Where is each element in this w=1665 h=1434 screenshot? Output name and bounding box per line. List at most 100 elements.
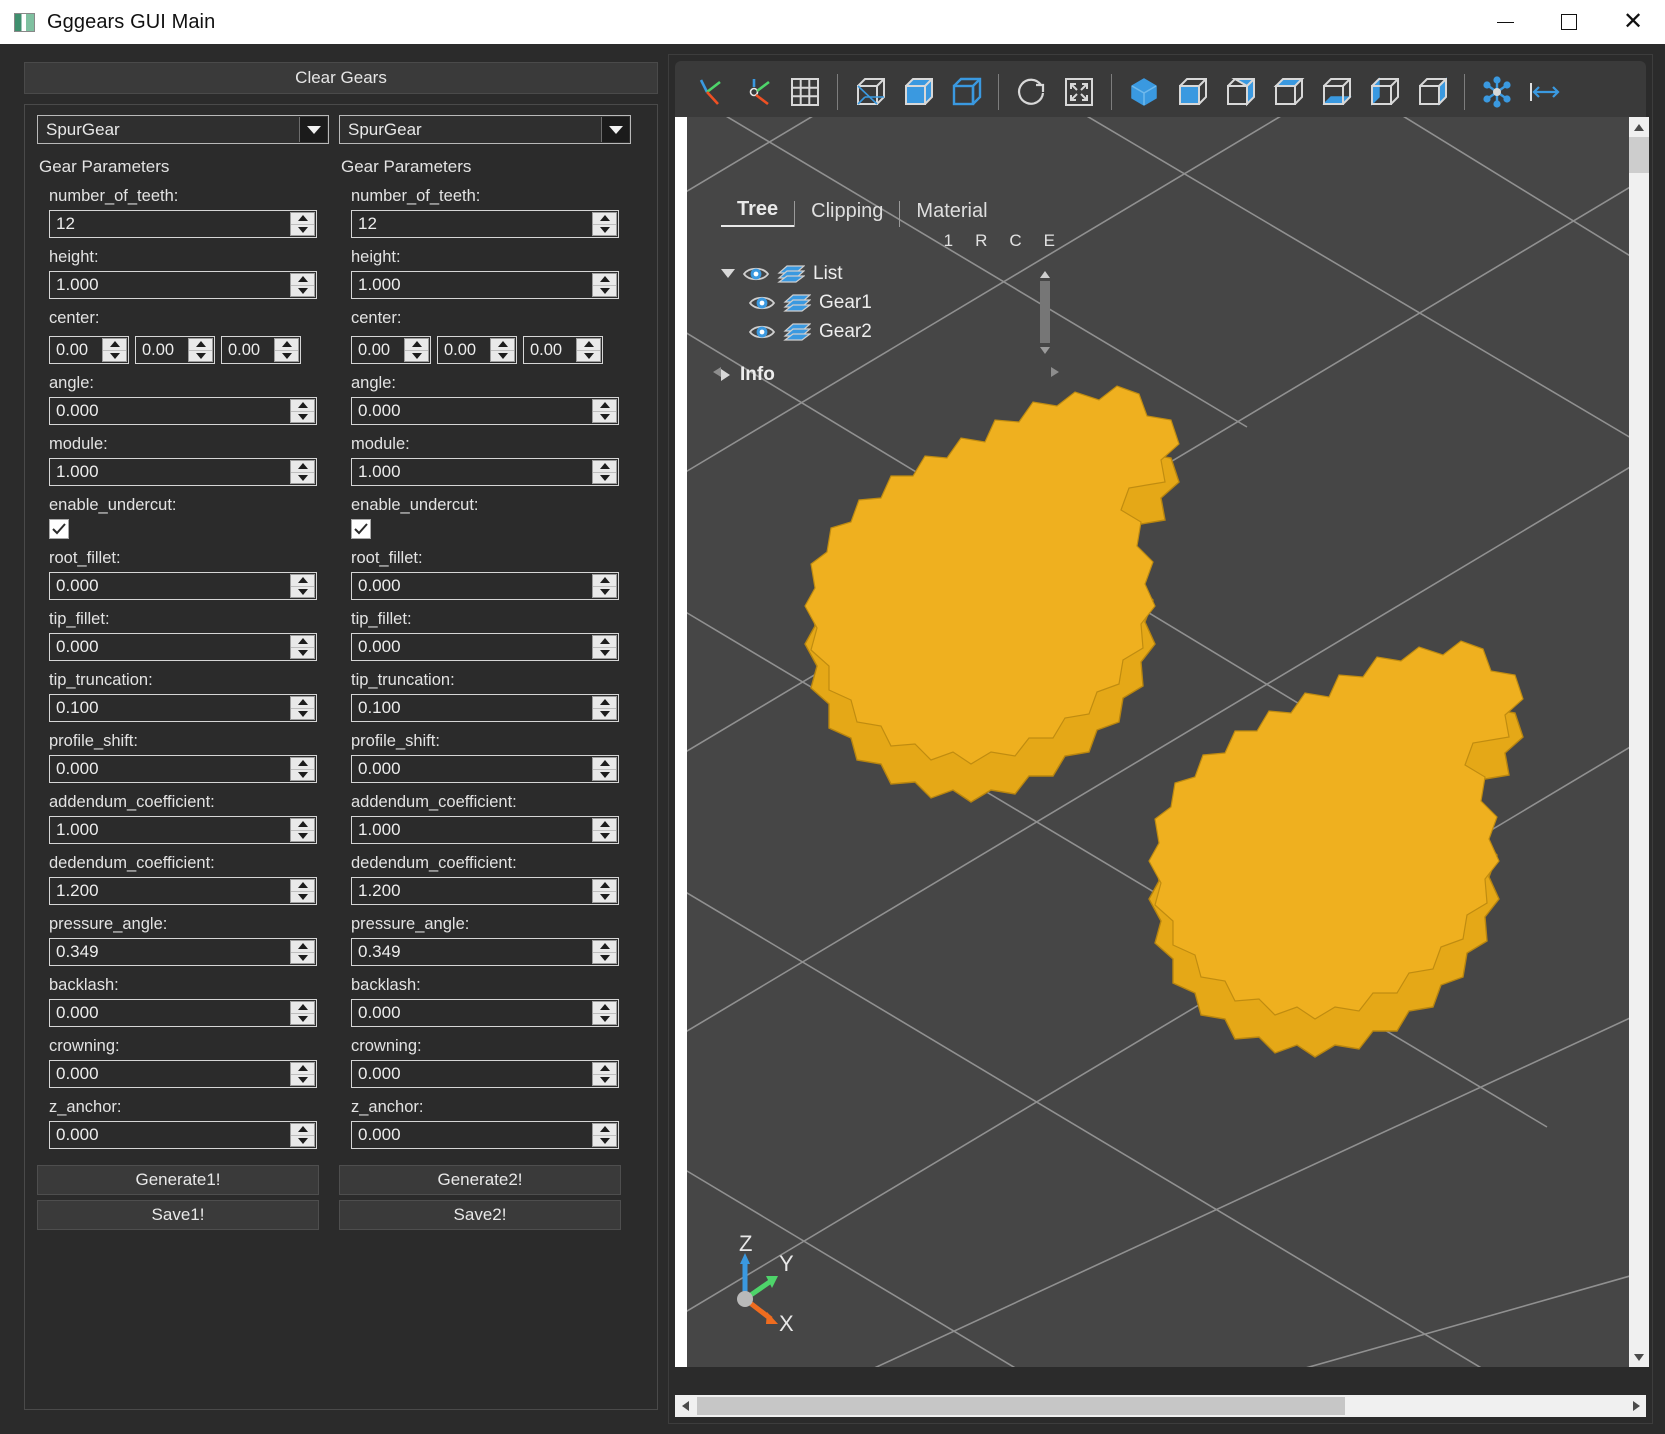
spinner-up-button[interactable]: [593, 1063, 616, 1075]
measure-icon[interactable]: [1521, 68, 1569, 116]
spinner-up-button[interactable]: [291, 880, 314, 892]
spinner-buttons[interactable]: [592, 399, 617, 423]
spinner-up-button[interactable]: [593, 819, 616, 831]
chevron-right-icon[interactable]: [721, 369, 730, 381]
gear2-angle-spinbox[interactable]: 0.000: [351, 397, 619, 425]
tree-item-gear2[interactable]: Gear2: [721, 317, 1061, 346]
spinner-down-button[interactable]: [593, 1075, 616, 1086]
spinner-buttons[interactable]: [592, 818, 617, 842]
spinner-down-button[interactable]: [593, 412, 616, 423]
spinner-down-button[interactable]: [291, 473, 314, 484]
spinner-buttons[interactable]: [290, 460, 315, 484]
spinner-up-button[interactable]: [593, 461, 616, 473]
gear1-dedendum-coefficient-spinbox[interactable]: 1.200: [49, 877, 317, 905]
spinner-buttons[interactable]: [290, 574, 315, 598]
spinner-down-button[interactable]: [593, 831, 616, 842]
gear2-crowning-spinbox[interactable]: 0.000: [351, 1060, 619, 1088]
tree-vertical-scrollbar[interactable]: [1039, 271, 1051, 367]
eye-icon[interactable]: [749, 323, 775, 341]
spinner-down-button[interactable]: [593, 1014, 616, 1025]
spinner-down-button[interactable]: [103, 351, 126, 362]
spinner-buttons[interactable]: [576, 338, 601, 362]
gear1-center-z-spinbox[interactable]: 0.00: [221, 336, 301, 364]
tab-tree[interactable]: Tree: [721, 198, 795, 227]
spinner-up-button[interactable]: [291, 1124, 314, 1136]
spinner-up-button[interactable]: [577, 339, 600, 351]
spinner-up-button[interactable]: [405, 339, 428, 351]
spinner-down-button[interactable]: [291, 892, 314, 903]
close-button[interactable]: ✕: [1601, 0, 1665, 44]
scroll-up-icon[interactable]: [1040, 271, 1050, 278]
gear1-height-spinbox[interactable]: 1.000: [49, 271, 317, 299]
info-row[interactable]: Info: [721, 360, 1061, 390]
spinner-up-button[interactable]: [291, 274, 314, 286]
spinner-up-button[interactable]: [103, 339, 126, 351]
gear1-tip-truncation-spinbox[interactable]: 0.100: [49, 694, 317, 722]
spinner-down-button[interactable]: [593, 473, 616, 484]
spinner-down-button[interactable]: [291, 770, 314, 781]
gear2-module-spinbox[interactable]: 1.000: [351, 458, 619, 486]
gear1-backlash-spinbox[interactable]: 0.000: [49, 999, 317, 1027]
spinner-up-button[interactable]: [593, 575, 616, 587]
bottom-view-icon[interactable]: [1312, 68, 1360, 116]
spinner-buttons[interactable]: [592, 273, 617, 297]
spinner-buttons[interactable]: [290, 399, 315, 423]
spinner-buttons[interactable]: [404, 338, 429, 362]
spinner-up-button[interactable]: [291, 1002, 314, 1014]
spinner-buttons[interactable]: [290, 696, 315, 720]
gear1-type-dropdown-button[interactable]: [299, 117, 327, 142]
gear1-number-of-teeth-spinbox[interactable]: 12: [49, 210, 317, 238]
spinner-down-button[interactable]: [593, 225, 616, 236]
viewer-horizontal-scrollbar[interactable]: [675, 1395, 1646, 1417]
minimize-button[interactable]: [1473, 0, 1537, 44]
save2-button[interactable]: Save2!: [339, 1200, 621, 1230]
right-view-icon[interactable]: [1408, 68, 1456, 116]
back-view-icon[interactable]: [1216, 68, 1264, 116]
gear2-tip-fillet-spinbox[interactable]: 0.000: [351, 633, 619, 661]
spinner-buttons[interactable]: [592, 460, 617, 484]
left-view-icon[interactable]: [1360, 68, 1408, 116]
spinner-buttons[interactable]: [290, 1123, 315, 1147]
spinner-down-button[interactable]: [291, 831, 314, 842]
spinner-up-button[interactable]: [593, 697, 616, 709]
gear2-addendum-coefficient-spinbox[interactable]: 1.000: [351, 816, 619, 844]
generate2-button[interactable]: Generate2!: [339, 1165, 621, 1195]
spinner-up-button[interactable]: [593, 636, 616, 648]
gear1-center-x-spinbox[interactable]: 0.00: [49, 336, 129, 364]
box-outline-icon[interactable]: [942, 68, 990, 116]
gear2-height-spinbox[interactable]: 1.000: [351, 271, 619, 299]
spinner-up-button[interactable]: [291, 819, 314, 831]
spinner-up-button[interactable]: [291, 461, 314, 473]
spinner-down-button[interactable]: [291, 648, 314, 659]
spinner-buttons[interactable]: [592, 1123, 617, 1147]
spinner-buttons[interactable]: [592, 1062, 617, 1086]
gear1-addendum-coefficient-spinbox[interactable]: 1.000: [49, 816, 317, 844]
clear-gears-button[interactable]: Clear Gears: [24, 62, 658, 94]
axes-origin-icon[interactable]: [733, 68, 781, 116]
spinner-buttons[interactable]: [490, 338, 515, 362]
spinner-buttons[interactable]: [592, 1001, 617, 1025]
spinner-up-button[interactable]: [491, 339, 514, 351]
spinner-up-button[interactable]: [593, 400, 616, 412]
horizontal-scroll-thumb[interactable]: [697, 1397, 1345, 1415]
gear2-number-of-teeth-spinbox[interactable]: 12: [351, 210, 619, 238]
spinner-buttons[interactable]: [592, 940, 617, 964]
viewer-vertical-scrollbar[interactable]: [1629, 117, 1649, 1367]
tree-scroll-left-icon[interactable]: [713, 367, 721, 377]
spinner-buttons[interactable]: [290, 212, 315, 236]
gear2-type-select[interactable]: SpurGear: [339, 115, 631, 144]
spinner-down-button[interactable]: [405, 351, 428, 362]
spinner-down-button[interactable]: [291, 1014, 314, 1025]
eye-icon[interactable]: [749, 294, 775, 312]
spinner-down-button[interactable]: [291, 225, 314, 236]
tab-material[interactable]: Material: [900, 200, 1003, 227]
gear1-tip-fillet-spinbox[interactable]: 0.000: [49, 633, 317, 661]
gear1-enable-undercut-checkbox[interactable]: [49, 519, 69, 539]
spinner-up-button[interactable]: [593, 758, 616, 770]
spinner-down-button[interactable]: [593, 953, 616, 964]
tree-item-gear1[interactable]: Gear1: [721, 288, 1061, 317]
gear2-tip-truncation-spinbox[interactable]: 0.100: [351, 694, 619, 722]
spinner-buttons[interactable]: [290, 635, 315, 659]
spinner-down-button[interactable]: [593, 709, 616, 720]
spinner-buttons[interactable]: [290, 757, 315, 781]
